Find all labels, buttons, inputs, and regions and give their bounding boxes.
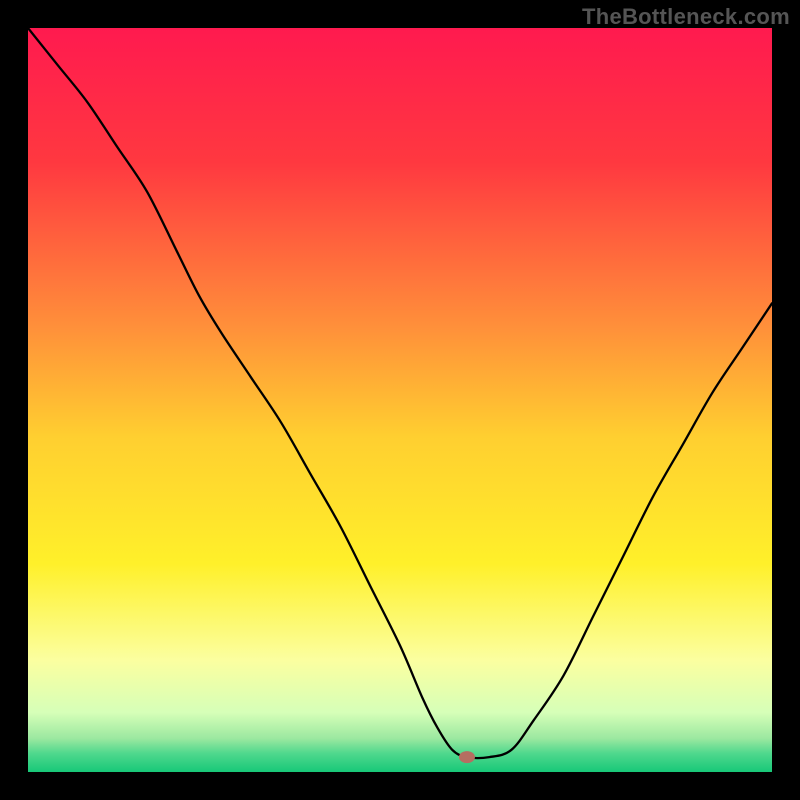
optimal-marker-icon — [459, 751, 475, 763]
chart-frame: TheBottleneck.com — [0, 0, 800, 800]
bottleneck-chart — [28, 28, 772, 772]
gradient-background — [28, 28, 772, 772]
plot-area — [28, 28, 772, 772]
watermark-text: TheBottleneck.com — [582, 4, 790, 30]
